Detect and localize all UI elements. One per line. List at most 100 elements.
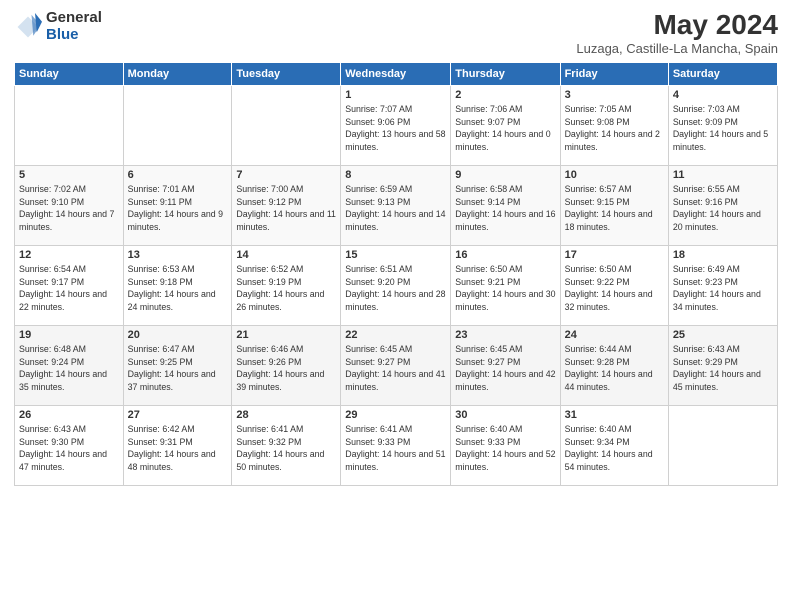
week-row-1: 1 Sunrise: 7:07 AMSunset: 9:06 PMDaylight…	[15, 85, 778, 165]
day-cell: 3 Sunrise: 7:05 AMSunset: 9:08 PMDaylight…	[560, 85, 668, 165]
calendar-table: SundayMondayTuesdayWednesdayThursdayFrid…	[14, 62, 778, 486]
day-number: 20	[128, 329, 228, 341]
day-info: Sunrise: 6:44 AMSunset: 9:28 PMDaylight:…	[565, 343, 664, 394]
day-info: Sunrise: 6:43 AMSunset: 9:30 PMDaylight:…	[19, 423, 119, 474]
day-info: Sunrise: 6:54 AMSunset: 9:17 PMDaylight:…	[19, 263, 119, 314]
logo-blue-text: Blue	[46, 27, 102, 44]
day-info: Sunrise: 6:52 AMSunset: 9:19 PMDaylight:…	[236, 263, 336, 314]
day-cell: 1 Sunrise: 7:07 AMSunset: 9:06 PMDaylight…	[341, 85, 451, 165]
day-cell	[668, 405, 777, 485]
day-info: Sunrise: 7:03 AMSunset: 9:09 PMDaylight:…	[673, 103, 773, 154]
day-number: 8	[345, 169, 446, 181]
day-cell: 6 Sunrise: 7:01 AMSunset: 9:11 PMDaylight…	[123, 165, 232, 245]
day-cell	[15, 85, 124, 165]
day-info: Sunrise: 6:48 AMSunset: 9:24 PMDaylight:…	[19, 343, 119, 394]
week-row-3: 12 Sunrise: 6:54 AMSunset: 9:17 PMDayligh…	[15, 245, 778, 325]
day-info: Sunrise: 6:49 AMSunset: 9:23 PMDaylight:…	[673, 263, 773, 314]
day-number: 21	[236, 329, 336, 341]
logo-general-text: General	[46, 10, 102, 27]
day-info: Sunrise: 7:02 AMSunset: 9:10 PMDaylight:…	[19, 183, 119, 234]
day-info: Sunrise: 6:45 AMSunset: 9:27 PMDaylight:…	[455, 343, 555, 394]
day-cell: 10 Sunrise: 6:57 AMSunset: 9:15 PMDayligh…	[560, 165, 668, 245]
header: General Blue May 2024 Luzaga, Castille-L…	[14, 10, 778, 56]
day-info: Sunrise: 7:05 AMSunset: 9:08 PMDaylight:…	[565, 103, 664, 154]
day-number: 14	[236, 249, 336, 261]
day-number: 4	[673, 89, 773, 101]
day-cell: 17 Sunrise: 6:50 AMSunset: 9:22 PMDayligh…	[560, 245, 668, 325]
day-info: Sunrise: 6:50 AMSunset: 9:21 PMDaylight:…	[455, 263, 555, 314]
day-cell: 18 Sunrise: 6:49 AMSunset: 9:23 PMDayligh…	[668, 245, 777, 325]
day-cell: 20 Sunrise: 6:47 AMSunset: 9:25 PMDayligh…	[123, 325, 232, 405]
col-header-thursday: Thursday	[451, 62, 560, 85]
col-header-tuesday: Tuesday	[232, 62, 341, 85]
day-number: 18	[673, 249, 773, 261]
day-cell: 23 Sunrise: 6:45 AMSunset: 9:27 PMDayligh…	[451, 325, 560, 405]
day-number: 5	[19, 169, 119, 181]
page: General Blue May 2024 Luzaga, Castille-L…	[0, 0, 792, 612]
day-info: Sunrise: 6:41 AMSunset: 9:33 PMDaylight:…	[345, 423, 446, 474]
col-header-monday: Monday	[123, 62, 232, 85]
day-cell: 4 Sunrise: 7:03 AMSunset: 9:09 PMDaylight…	[668, 85, 777, 165]
day-number: 7	[236, 169, 336, 181]
day-info: Sunrise: 6:46 AMSunset: 9:26 PMDaylight:…	[236, 343, 336, 394]
day-cell: 22 Sunrise: 6:45 AMSunset: 9:27 PMDayligh…	[341, 325, 451, 405]
day-number: 15	[345, 249, 446, 261]
day-number: 16	[455, 249, 555, 261]
day-info: Sunrise: 7:07 AMSunset: 9:06 PMDaylight:…	[345, 103, 446, 154]
day-info: Sunrise: 6:58 AMSunset: 9:14 PMDaylight:…	[455, 183, 555, 234]
day-cell: 26 Sunrise: 6:43 AMSunset: 9:30 PMDayligh…	[15, 405, 124, 485]
day-info: Sunrise: 7:06 AMSunset: 9:07 PMDaylight:…	[455, 103, 555, 154]
day-cell: 16 Sunrise: 6:50 AMSunset: 9:21 PMDayligh…	[451, 245, 560, 325]
col-header-sunday: Sunday	[15, 62, 124, 85]
day-info: Sunrise: 6:59 AMSunset: 9:13 PMDaylight:…	[345, 183, 446, 234]
day-number: 2	[455, 89, 555, 101]
day-number: 9	[455, 169, 555, 181]
day-cell	[123, 85, 232, 165]
day-cell: 2 Sunrise: 7:06 AMSunset: 9:07 PMDaylight…	[451, 85, 560, 165]
col-header-wednesday: Wednesday	[341, 62, 451, 85]
day-number: 11	[673, 169, 773, 181]
subtitle: Luzaga, Castille-La Mancha, Spain	[576, 41, 778, 56]
day-cell: 29 Sunrise: 6:41 AMSunset: 9:33 PMDayligh…	[341, 405, 451, 485]
day-info: Sunrise: 6:40 AMSunset: 9:33 PMDaylight:…	[455, 423, 555, 474]
day-number: 23	[455, 329, 555, 341]
day-info: Sunrise: 6:47 AMSunset: 9:25 PMDaylight:…	[128, 343, 228, 394]
day-number: 17	[565, 249, 664, 261]
logo-icon	[14, 13, 42, 41]
day-number: 1	[345, 89, 446, 101]
day-cell: 8 Sunrise: 6:59 AMSunset: 9:13 PMDaylight…	[341, 165, 451, 245]
main-title: May 2024	[576, 10, 778, 41]
day-info: Sunrise: 6:42 AMSunset: 9:31 PMDaylight:…	[128, 423, 228, 474]
day-cell: 12 Sunrise: 6:54 AMSunset: 9:17 PMDayligh…	[15, 245, 124, 325]
day-cell: 19 Sunrise: 6:48 AMSunset: 9:24 PMDayligh…	[15, 325, 124, 405]
day-info: Sunrise: 6:45 AMSunset: 9:27 PMDaylight:…	[345, 343, 446, 394]
day-number: 19	[19, 329, 119, 341]
day-info: Sunrise: 6:55 AMSunset: 9:16 PMDaylight:…	[673, 183, 773, 234]
day-cell: 27Sunrise: 6:42 AMSunset: 9:31 PMDayligh…	[123, 405, 232, 485]
day-info: Sunrise: 7:00 AMSunset: 9:12 PMDaylight:…	[236, 183, 336, 234]
day-info: Sunrise: 7:01 AMSunset: 9:11 PMDaylight:…	[128, 183, 228, 234]
day-number: 30	[455, 409, 555, 421]
week-row-5: 26 Sunrise: 6:43 AMSunset: 9:30 PMDayligh…	[15, 405, 778, 485]
header-row: SundayMondayTuesdayWednesdayThursdayFrid…	[15, 62, 778, 85]
day-cell: 15 Sunrise: 6:51 AMSunset: 9:20 PMDayligh…	[341, 245, 451, 325]
day-number: 6	[128, 169, 228, 181]
day-number: 12	[19, 249, 119, 261]
day-info: Sunrise: 6:50 AMSunset: 9:22 PMDaylight:…	[565, 263, 664, 314]
day-number: 26	[19, 409, 119, 421]
day-cell: 24Sunrise: 6:44 AMSunset: 9:28 PMDayligh…	[560, 325, 668, 405]
day-info: Sunrise: 6:51 AMSunset: 9:20 PMDaylight:…	[345, 263, 446, 314]
day-info: Sunrise: 6:57 AMSunset: 9:15 PMDaylight:…	[565, 183, 664, 234]
logo: General Blue	[14, 10, 102, 43]
week-row-2: 5 Sunrise: 7:02 AMSunset: 9:10 PMDaylight…	[15, 165, 778, 245]
day-number: 3	[565, 89, 664, 101]
day-info: Sunrise: 6:43 AMSunset: 9:29 PMDaylight:…	[673, 343, 773, 394]
day-number: 10	[565, 169, 664, 181]
day-number: 25	[673, 329, 773, 341]
day-number: 29	[345, 409, 446, 421]
col-header-friday: Friday	[560, 62, 668, 85]
day-number: 31	[565, 409, 664, 421]
col-header-saturday: Saturday	[668, 62, 777, 85]
day-cell: 13Sunrise: 6:53 AMSunset: 9:18 PMDayligh…	[123, 245, 232, 325]
day-number: 22	[345, 329, 446, 341]
